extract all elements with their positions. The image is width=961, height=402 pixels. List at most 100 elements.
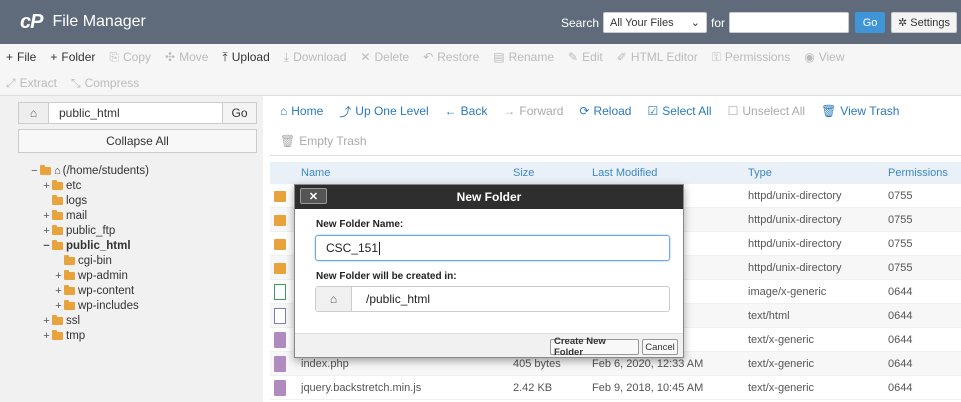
- expand-toggle-icon[interactable]: +: [42, 225, 51, 237]
- nav-select-all-button[interactable]: ☑ Select All: [647, 104, 711, 118]
- tree-item-public-html[interactable]: − public_html: [42, 239, 131, 253]
- toolbar-compress-button[interactable]: ⤡ Compress: [71, 76, 139, 91]
- home-icon: ⌂: [316, 287, 352, 311]
- text-file-icon: [274, 332, 286, 348]
- toolbar-permissions-button[interactable]: ⚿ Permissions: [712, 50, 791, 65]
- nav-forward-button[interactable]: → Forward: [503, 104, 563, 118]
- search-go-button[interactable]: Go: [855, 12, 886, 33]
- dialog-title-bar: ✕ New Folder: [295, 185, 683, 209]
- expand-toggle-icon[interactable]: +: [42, 180, 51, 192]
- settings-button[interactable]: ✲ Settings: [891, 12, 957, 33]
- search-scope-value: All Your Files: [610, 16, 674, 29]
- toolbar-folder-button[interactable]: + Folder: [50, 50, 95, 64]
- tree-item-wp-includes[interactable]: + wp-includes: [54, 299, 139, 313]
- tree-item-wp-content[interactable]: + wp-content: [54, 284, 134, 298]
- empty-trash-icon: 🗑: [280, 134, 296, 148]
- cell-perm: 0644: [888, 310, 913, 322]
- collapse-toggle-icon[interactable]: −: [42, 240, 51, 252]
- expand-toggle-icon[interactable]: +: [54, 300, 63, 312]
- nav-label: View Trash: [840, 104, 900, 118]
- up-one-level-icon: ⤴: [339, 104, 352, 119]
- tree-item-logs[interactable]: logs: [42, 194, 87, 208]
- nav-home-button[interactable]: ⌂ Home: [280, 104, 323, 118]
- directory-tree-pane: ⌂ public_html Go Collapse All − ⌂ (/home/s…: [0, 96, 263, 402]
- toolbar-copy-button[interactable]: ⎘ Copy: [109, 50, 151, 65]
- collapse-toggle-icon[interactable]: −: [30, 165, 39, 177]
- column-header-size[interactable]: Size: [513, 167, 534, 179]
- nav-unselect-all-button[interactable]: ☐ Unselect All: [728, 104, 805, 118]
- folder-icon: [52, 330, 63, 340]
- column-header-permissions[interactable]: Permissions: [888, 167, 948, 179]
- collapse-all-button[interactable]: Collapse All: [18, 129, 257, 153]
- tree-item-label: public_ftp: [66, 225, 116, 237]
- cell-perm: 0755: [888, 238, 913, 250]
- toolbar-download-button[interactable]: ⤓ Download: [284, 50, 347, 65]
- expand-toggle-icon[interactable]: +: [54, 285, 63, 297]
- cell-perm: 0644: [888, 382, 913, 394]
- tree-item-ssl[interactable]: + ssl: [42, 314, 80, 328]
- toolbar-rename-button[interactable]: ▤ Rename: [493, 50, 554, 64]
- tree-item-home-students[interactable]: − ⌂ (/home/students): [30, 164, 149, 178]
- expand-toggle-icon[interactable]: +: [54, 270, 63, 282]
- column-header-name[interactable]: Name: [301, 167, 330, 179]
- cell-perm: 0644: [888, 358, 913, 370]
- back-icon: ←: [444, 104, 457, 118]
- expand-toggle-icon[interactable]: +: [42, 210, 51, 222]
- column-header-type[interactable]: Type: [748, 167, 772, 179]
- toolbar-file-button[interactable]: + File: [6, 50, 36, 64]
- expand-toggle-icon[interactable]: +: [42, 330, 51, 342]
- toolbar-restore-button[interactable]: ↶ Restore: [423, 50, 479, 64]
- cell-type: text/x-generic: [748, 334, 815, 346]
- search-input[interactable]: [729, 12, 850, 33]
- cpanel-logo[interactable]: cP: [20, 11, 43, 34]
- file-icon: +: [6, 50, 14, 64]
- location-value: /public_html: [366, 292, 431, 306]
- nav-label: Select All: [662, 104, 712, 118]
- nav-back-button[interactable]: ← Back: [445, 104, 488, 118]
- cell-size: 405 bytes: [513, 358, 561, 370]
- tree-item-tmp[interactable]: + tmp: [42, 329, 85, 343]
- nav-label: Up One Level: [355, 104, 429, 118]
- tree-item-wp-admin[interactable]: + wp-admin: [54, 269, 128, 283]
- toolbar-label: Upload: [231, 50, 270, 64]
- tree-item-public-ftp[interactable]: + public_ftp: [42, 224, 115, 238]
- tree-item-etc[interactable]: + etc: [42, 179, 81, 193]
- column-header-last-modified[interactable]: Last Modified: [592, 167, 657, 179]
- tree-item-label: mail: [66, 210, 88, 222]
- nav-label: Unselect All: [742, 104, 806, 118]
- cell-type: text/x-generic: [748, 358, 815, 370]
- toolbar-label: Move: [179, 50, 209, 64]
- toolbar-html-editor-button[interactable]: ✐ HTML Editor: [617, 50, 698, 64]
- cell-type: image/x-generic: [748, 286, 827, 298]
- folder-name-input[interactable]: CSC_151: [315, 235, 670, 261]
- toolbar-upload-button[interactable]: ⤒ Upload: [222, 50, 269, 65]
- cell-type: httpd/unix-directory: [748, 238, 842, 250]
- toolbar-edit-button[interactable]: ✎ Edit: [568, 50, 603, 64]
- nav-reload-button[interactable]: ⟳ Reload: [579, 104, 631, 118]
- new-folder-dialog: ✕ New Folder New Folder Name: CSC_151 Ne…: [294, 184, 684, 358]
- path-go-button[interactable]: Go: [222, 103, 256, 123]
- select-all-icon: ☑: [647, 104, 659, 118]
- tree-item-mail[interactable]: + mail: [42, 209, 87, 223]
- location-label: New Folder will be created in:: [316, 271, 457, 282]
- nav-up-one-level-button[interactable]: ⤴ Up One Level: [339, 103, 428, 120]
- nav-view-trash-button[interactable]: 🗑 View Trash: [821, 104, 899, 118]
- toolbar-delete-button[interactable]: ✕ Delete: [360, 50, 409, 64]
- tree-item-cgi-bin[interactable]: cgi-bin: [54, 254, 112, 268]
- toolbar-view-button[interactable]: ◉ View: [804, 50, 844, 64]
- for-label: for: [711, 15, 726, 30]
- cancel-button[interactable]: Cancel: [642, 339, 678, 355]
- create-folder-button[interactable]: Create New Folder: [550, 336, 639, 358]
- folder-name-label: New Folder Name:: [316, 219, 404, 230]
- toolbar-extract-button[interactable]: ⤢ Extract: [6, 76, 57, 91]
- path-input[interactable]: public_html: [49, 103, 222, 123]
- nav-label: Empty Trash: [299, 134, 367, 148]
- nav-empty-trash-button[interactable]: 🗑 Empty Trash: [280, 134, 367, 148]
- close-icon[interactable]: ✕: [300, 188, 327, 204]
- cell-type: text/html: [748, 310, 790, 322]
- search-scope-select[interactable]: All Your Files ⌄: [603, 12, 708, 33]
- toolbar-move-button[interactable]: ✣ Move: [165, 50, 208, 64]
- expand-toggle-icon[interactable]: +: [42, 315, 51, 327]
- table-row[interactable]: jquery.backstretch.min.js 2.42 KB Feb 9, 2…: [270, 376, 961, 400]
- home-icon[interactable]: ⌂: [19, 103, 49, 123]
